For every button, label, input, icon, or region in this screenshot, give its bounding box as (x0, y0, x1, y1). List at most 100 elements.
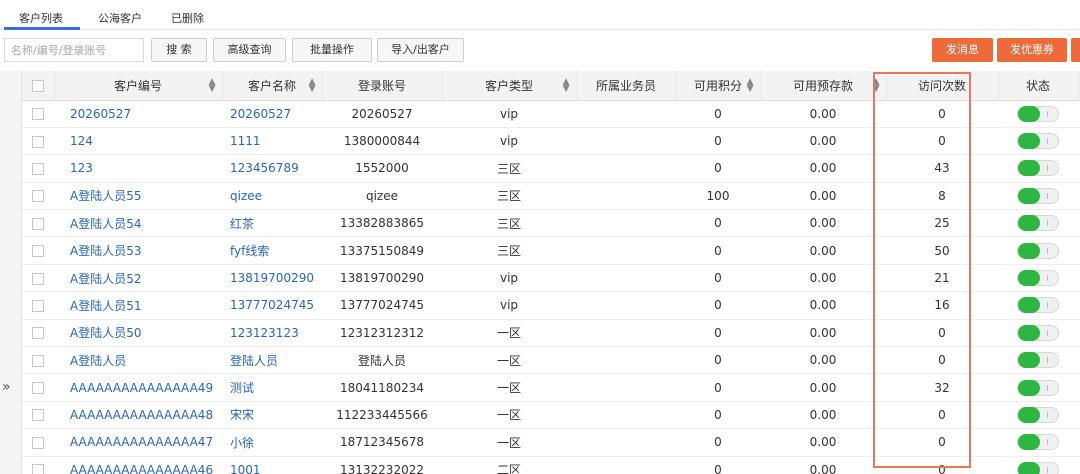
row-select[interactable] (22, 291, 54, 320)
row-checkbox[interactable] (32, 299, 44, 312)
customer-name-link[interactable]: 1001 (222, 456, 322, 474)
row-checkbox[interactable] (32, 436, 44, 449)
row-checkbox[interactable] (32, 162, 44, 175)
table-row[interactable]: A登陆人员521381970029013819700290vip00.0021操… (22, 264, 1080, 293)
header-select-all[interactable] (22, 71, 55, 101)
row-checkbox[interactable] (32, 382, 44, 395)
row-checkbox[interactable] (32, 272, 44, 285)
advanced-search-button[interactable]: 高级查询 (213, 38, 286, 62)
row-checkbox[interactable] (32, 217, 44, 230)
status-toggle[interactable] (1017, 434, 1059, 451)
row-select[interactable] (22, 100, 54, 128)
customer-id-link[interactable]: A登陆人员52 (54, 264, 222, 293)
row-select[interactable] (22, 154, 54, 183)
customer-name-link[interactable]: 宋宋 (222, 401, 322, 430)
customer-name-link[interactable]: 测试 (222, 373, 322, 402)
table-row[interactable]: A登陆人员511377702474513777024745vip00.0016操… (22, 291, 1080, 320)
status-toggle[interactable] (1017, 215, 1059, 232)
table-row[interactable]: A登陆人员5012312312312312312312一区00.000操作 (22, 319, 1080, 348)
row-select[interactable] (22, 319, 54, 348)
table-row[interactable]: 202605272026052720260527vip00.000操作 (22, 100, 1080, 128)
row-select[interactable] (22, 209, 54, 238)
customer-name-link[interactable]: 123456789 (222, 154, 322, 183)
send-message-button[interactable]: 发消息 (932, 38, 993, 62)
status-toggle[interactable] (1017, 187, 1059, 204)
customer-id-link[interactable]: 20260527 (54, 100, 222, 128)
customer-name-link[interactable]: 123123123 (222, 319, 322, 348)
header-customer-id[interactable]: 客户编号 ▲ ▼ (54, 71, 223, 101)
row-checkbox[interactable] (32, 135, 44, 148)
more-orange-button[interactable] (1071, 38, 1080, 62)
customer-name-link[interactable]: 1111 (222, 127, 322, 156)
sort-icon[interactable]: ▲ ▼ (747, 78, 754, 94)
customer-id-link[interactable]: 124 (54, 127, 222, 156)
row-select[interactable] (22, 236, 54, 265)
search-input[interactable] (4, 38, 144, 62)
header-customer-type[interactable]: 客户类型 ▲ ▼ (442, 71, 577, 101)
customer-name-link[interactable]: 20260527 (222, 100, 322, 128)
table-row[interactable]: A登陆人员55qizeeqizee三区1000.008操作 (22, 182, 1080, 211)
customer-id-link[interactable]: A登陆人员54 (54, 209, 222, 238)
customer-name-link[interactable]: fyf线索 (222, 236, 322, 265)
table-row[interactable]: A登陆人员53fyf线索13375150849三区00.0050操作 (22, 236, 1080, 265)
sort-icon[interactable]: ▲ ▼ (873, 78, 880, 94)
status-toggle[interactable] (1017, 324, 1059, 341)
status-toggle[interactable] (1017, 133, 1059, 150)
table-row[interactable]: A登陆人员54红茶13382883865三区00.0025操作 (22, 209, 1080, 238)
row-checkbox[interactable] (32, 354, 44, 367)
customer-name-link[interactable]: 13819700290 (222, 264, 322, 293)
customer-id-link[interactable]: AAAAAAAAAAAAAAA47 (54, 428, 222, 457)
sort-icon[interactable]: ▲ ▼ (309, 78, 316, 94)
customer-id-link[interactable]: A登陆人员53 (54, 236, 222, 265)
row-checkbox[interactable] (32, 245, 44, 258)
row-checkbox[interactable] (32, 190, 44, 203)
customer-name-link[interactable]: qizee (222, 182, 322, 211)
customer-id-link[interactable]: AAAAAAAAAAAAAAA46 (54, 456, 222, 474)
row-checkbox[interactable] (32, 108, 44, 121)
table-row[interactable]: 1231234567891552000三区00.0043操作 (22, 154, 1080, 183)
status-toggle[interactable] (1017, 379, 1059, 396)
row-checkbox[interactable] (32, 409, 44, 422)
header-customer-name[interactable]: 客户名称 ▲ ▼ (222, 71, 323, 101)
customer-id-link[interactable]: 123 (54, 154, 222, 183)
table-row[interactable]: AAAAAAAAAAAAAAA49测试18041180234一区00.0032操… (22, 373, 1080, 402)
customer-name-link[interactable]: 登陆人员 (222, 346, 322, 375)
search-button[interactable]: 搜 索 (151, 38, 207, 62)
header-points[interactable]: 可用积分 ▲ ▼ (676, 71, 761, 101)
expand-icon[interactable]: » (2, 379, 11, 395)
sort-icon[interactable]: ▲ ▼ (209, 78, 216, 94)
batch-operation-button[interactable]: 批量操作 (292, 38, 372, 62)
row-checkbox[interactable] (32, 464, 44, 474)
customer-id-link[interactable]: A登陆人员 (54, 346, 222, 375)
row-select[interactable] (22, 182, 54, 211)
status-toggle[interactable] (1017, 406, 1059, 423)
row-select[interactable] (22, 346, 54, 375)
table-row[interactable]: AAAAAAAAAAAAAAA47小徐18712345678一区00.000操作 (22, 428, 1080, 457)
status-toggle[interactable] (1017, 160, 1059, 177)
table-row[interactable]: AAAAAAAAAAAAAAA46 1001 13132232022 二区 0 0.00 0… (22, 456, 1080, 474)
customer-name-link[interactable]: 红茶 (222, 209, 322, 238)
header-deposit[interactable]: 可用预存款 ▲ ▼ (760, 71, 887, 101)
customer-id-link[interactable]: A登陆人员51 (54, 291, 222, 320)
send-coupon-button[interactable]: 发优惠券 (997, 38, 1067, 62)
status-toggle[interactable] (1017, 242, 1059, 259)
customer-id-link[interactable]: AAAAAAAAAAAAAAA48 (54, 401, 222, 430)
status-toggle[interactable] (1017, 461, 1059, 474)
row-select[interactable] (22, 456, 54, 474)
customer-name-link[interactable]: 13777024745 (222, 291, 322, 320)
table-row[interactable]: 12411111380000844vip00.000操作 (22, 127, 1080, 156)
customer-name-link[interactable]: 小徐 (222, 428, 322, 457)
row-checkbox[interactable] (32, 327, 44, 340)
row-select[interactable] (22, 401, 54, 430)
status-toggle[interactable] (1017, 105, 1059, 122)
row-select[interactable] (22, 428, 54, 457)
row-select[interactable] (22, 264, 54, 293)
sort-icon[interactable]: ▲ ▼ (563, 78, 570, 94)
customer-id-link[interactable]: AAAAAAAAAAAAAAA49 (54, 373, 222, 402)
customer-id-link[interactable]: A登陆人员55 (54, 182, 222, 211)
table-row[interactable]: AAAAAAAAAAAAAAA48宋宋112233445566一区00.000操… (22, 401, 1080, 430)
status-toggle[interactable] (1017, 297, 1059, 314)
tab-public-customers[interactable]: 公海客户 (98, 10, 142, 26)
status-toggle[interactable] (1017, 352, 1059, 369)
import-export-button[interactable]: 导入/出客户 (377, 38, 464, 62)
